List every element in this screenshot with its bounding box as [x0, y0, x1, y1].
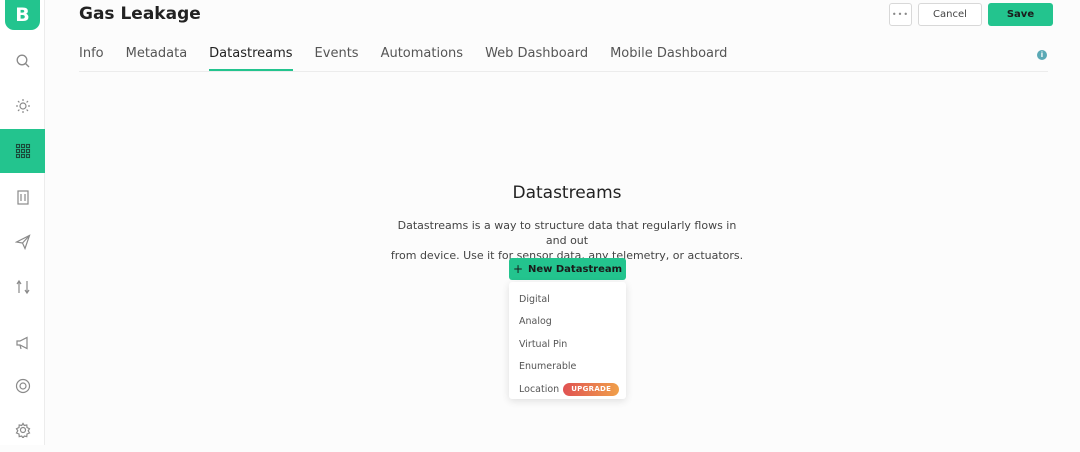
logo[interactable]: B: [5, 0, 40, 30]
sidebar: B: [0, 0, 45, 445]
plus-icon: +: [512, 262, 523, 276]
menu-item-virtual-pin[interactable]: Virtual Pin: [509, 333, 626, 356]
tab-metadata[interactable]: Metadata: [126, 44, 188, 71]
tab-datastreams[interactable]: Datastreams: [209, 44, 293, 71]
menu-item-label: Enumerable: [519, 361, 577, 373]
empty-state-title: Datastreams: [512, 183, 622, 203]
menu-item-location[interactable]: Location UPGRADE: [509, 378, 626, 401]
empty-state-description-line-1: Datastreams is a way to structure data t…: [397, 219, 737, 247]
tab-mobile-dashboard[interactable]: Mobile Dashboard: [610, 44, 727, 71]
tabs-divider: [79, 71, 1048, 72]
datastream-type-menu: Digital Analog Virtual Pin Enumerable Lo…: [509, 282, 626, 399]
sidebar-item-search[interactable]: [0, 39, 45, 83]
sidebar-item-help[interactable]: [0, 364, 45, 408]
sidebar-item-send[interactable]: [0, 220, 45, 264]
menu-item-enumerable[interactable]: Enumerable: [509, 356, 626, 379]
tab-bar: Info Metadata Datastreams Events Automat…: [79, 44, 749, 71]
tab-info[interactable]: Info: [79, 44, 104, 71]
page-title: Gas Leakage: [79, 4, 201, 24]
gear-icon: [15, 422, 30, 438]
arrows-updown-icon: [16, 279, 29, 295]
menu-item-analog[interactable]: Analog: [509, 311, 626, 334]
tab-events[interactable]: Events: [315, 44, 359, 71]
tab-web-dashboard[interactable]: Web Dashboard: [485, 44, 588, 71]
info-icon[interactable]: i: [1037, 50, 1047, 60]
grid-icon: [15, 143, 30, 159]
sidebar-item-settings[interactable]: [0, 408, 45, 452]
save-button[interactable]: Save: [988, 3, 1053, 26]
lifebuoy-icon: [15, 378, 30, 394]
sidebar-item-templates[interactable]: [0, 129, 45, 173]
cancel-button[interactable]: Cancel: [918, 3, 982, 26]
megaphone-icon: [15, 336, 28, 350]
sun-icon: [15, 99, 30, 113]
more-options-button[interactable]: •••: [889, 3, 912, 26]
sidebar-item-announcements[interactable]: [0, 321, 45, 365]
search-icon: [16, 54, 29, 68]
menu-item-label: Digital: [519, 293, 550, 305]
upgrade-badge[interactable]: UPGRADE: [563, 382, 620, 396]
menu-item-label: Location: [519, 383, 560, 395]
menu-item-digital[interactable]: Digital: [509, 288, 626, 311]
new-datastream-button[interactable]: + New Datastream: [509, 258, 626, 280]
new-datastream-label: New Datastream: [528, 263, 623, 275]
tab-automations[interactable]: Automations: [381, 44, 464, 71]
sidebar-item-data[interactable]: [0, 265, 45, 309]
empty-state-description: Datastreams is a way to structure data t…: [387, 218, 747, 263]
menu-item-label: Analog: [519, 316, 552, 328]
menu-item-label: Virtual Pin: [519, 338, 568, 350]
sidebar-item-developer[interactable]: [0, 84, 45, 128]
send-icon: [14, 234, 31, 250]
